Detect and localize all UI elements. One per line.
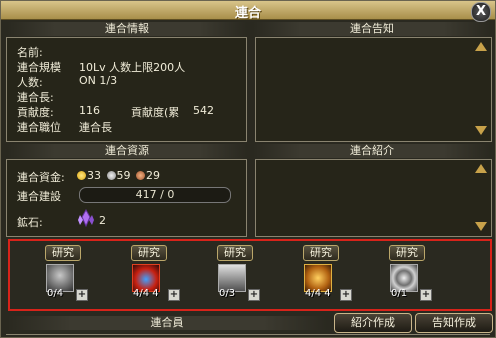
cumulative-contribution-value: 542 bbox=[193, 104, 214, 117]
construction-bar: 417 / 0 bbox=[79, 187, 231, 203]
construction-label: 連合建設 bbox=[17, 190, 61, 203]
contribution-value: 116 bbox=[79, 104, 100, 117]
silver-amount: 59 bbox=[116, 169, 131, 182]
resources-panel: 連合資金: 33 59 29 連合建設 417 / 0 鉱石: 2 bbox=[6, 159, 247, 237]
guild-window: 連合 X 連合情報 名前: 連合規模 10Lv 人数上限200人 人数: ON … bbox=[0, 0, 496, 338]
intro-scroll-up-icon[interactable] bbox=[475, 164, 487, 173]
skill-upgrade-button-3[interactable]: + bbox=[248, 289, 260, 301]
skill-level-1: 0/4 bbox=[47, 288, 64, 299]
skill-level-3: 0/3 bbox=[219, 288, 236, 299]
intro-scroll-down-icon[interactable] bbox=[475, 222, 487, 231]
resources-header: 連合資源 bbox=[7, 144, 247, 158]
research-button-3[interactable]: 研究 bbox=[217, 245, 253, 261]
skill-upgrade-button-1[interactable]: + bbox=[76, 289, 88, 301]
position-value: 連合長 bbox=[79, 121, 112, 134]
funds-label: 連合資金: bbox=[17, 171, 65, 184]
position-label: 連合職位 bbox=[17, 121, 61, 134]
notice-header: 連合告知 bbox=[253, 22, 491, 36]
skill-level-5: 0/1 bbox=[391, 288, 408, 299]
research-button-5[interactable]: 研究 bbox=[389, 245, 425, 261]
members-header: 連合員 bbox=[7, 316, 327, 330]
scale-label: 連合規模 bbox=[17, 61, 61, 74]
guild-info-header: 連合情報 bbox=[7, 22, 247, 36]
close-button[interactable]: X bbox=[471, 2, 491, 22]
skill-level-2: 4/4 4 bbox=[133, 288, 159, 299]
silver-coin-icon bbox=[106, 171, 116, 180]
member-list-divider bbox=[6, 334, 490, 335]
gold-coin-icon bbox=[77, 171, 86, 180]
research-button-2[interactable]: 研究 bbox=[131, 245, 167, 261]
name-label: 名前: bbox=[17, 46, 43, 59]
ore-value: 2 bbox=[99, 214, 106, 227]
members-count-label: 人数: bbox=[17, 76, 43, 89]
contribution-label: 貢献度: bbox=[17, 106, 54, 119]
members-count-value: ON 1/3 bbox=[79, 74, 118, 87]
skill-upgrade-button-4[interactable]: + bbox=[340, 289, 352, 301]
leader-label: 連合長: bbox=[17, 91, 54, 104]
research-section: 研究 0/4 + 研究 4/4 4 + 研究 0/3 + 研究 4/4 4 + … bbox=[8, 239, 492, 311]
ore-label: 鉱石: bbox=[17, 216, 43, 229]
copper-coin-icon bbox=[136, 171, 145, 180]
scale-value: 10Lv 人数上限200人 bbox=[79, 61, 186, 74]
funds-value: 33 59 29 bbox=[77, 169, 160, 182]
ore-crystal-icon bbox=[78, 209, 94, 227]
title-bar[interactable]: 連合 bbox=[1, 1, 495, 21]
notice-panel bbox=[255, 37, 492, 142]
window-title: 連合 bbox=[234, 6, 261, 21]
create-notice-button[interactable]: 告知作成 bbox=[415, 313, 493, 333]
intro-header: 連合紹介 bbox=[253, 144, 491, 158]
create-intro-button[interactable]: 紹介作成 bbox=[334, 313, 412, 333]
notice-scroll-up-icon[interactable] bbox=[475, 42, 487, 51]
skill-upgrade-button-2[interactable]: + bbox=[168, 289, 180, 301]
gold-amount: 33 bbox=[87, 169, 101, 182]
skill-level-4: 4/4 4 bbox=[305, 288, 331, 299]
guild-info-panel: 名前: 連合規模 10Lv 人数上限200人 人数: ON 1/3 連合長: 貢… bbox=[6, 37, 247, 142]
intro-panel bbox=[255, 159, 492, 237]
notice-scroll-down-icon[interactable] bbox=[475, 126, 487, 135]
cumulative-contribution-label: 貢献度(累 bbox=[131, 106, 180, 119]
copper-amount: 29 bbox=[146, 169, 160, 182]
research-button-4[interactable]: 研究 bbox=[303, 245, 339, 261]
skill-upgrade-button-5[interactable]: + bbox=[420, 289, 432, 301]
research-button-1[interactable]: 研究 bbox=[45, 245, 81, 261]
